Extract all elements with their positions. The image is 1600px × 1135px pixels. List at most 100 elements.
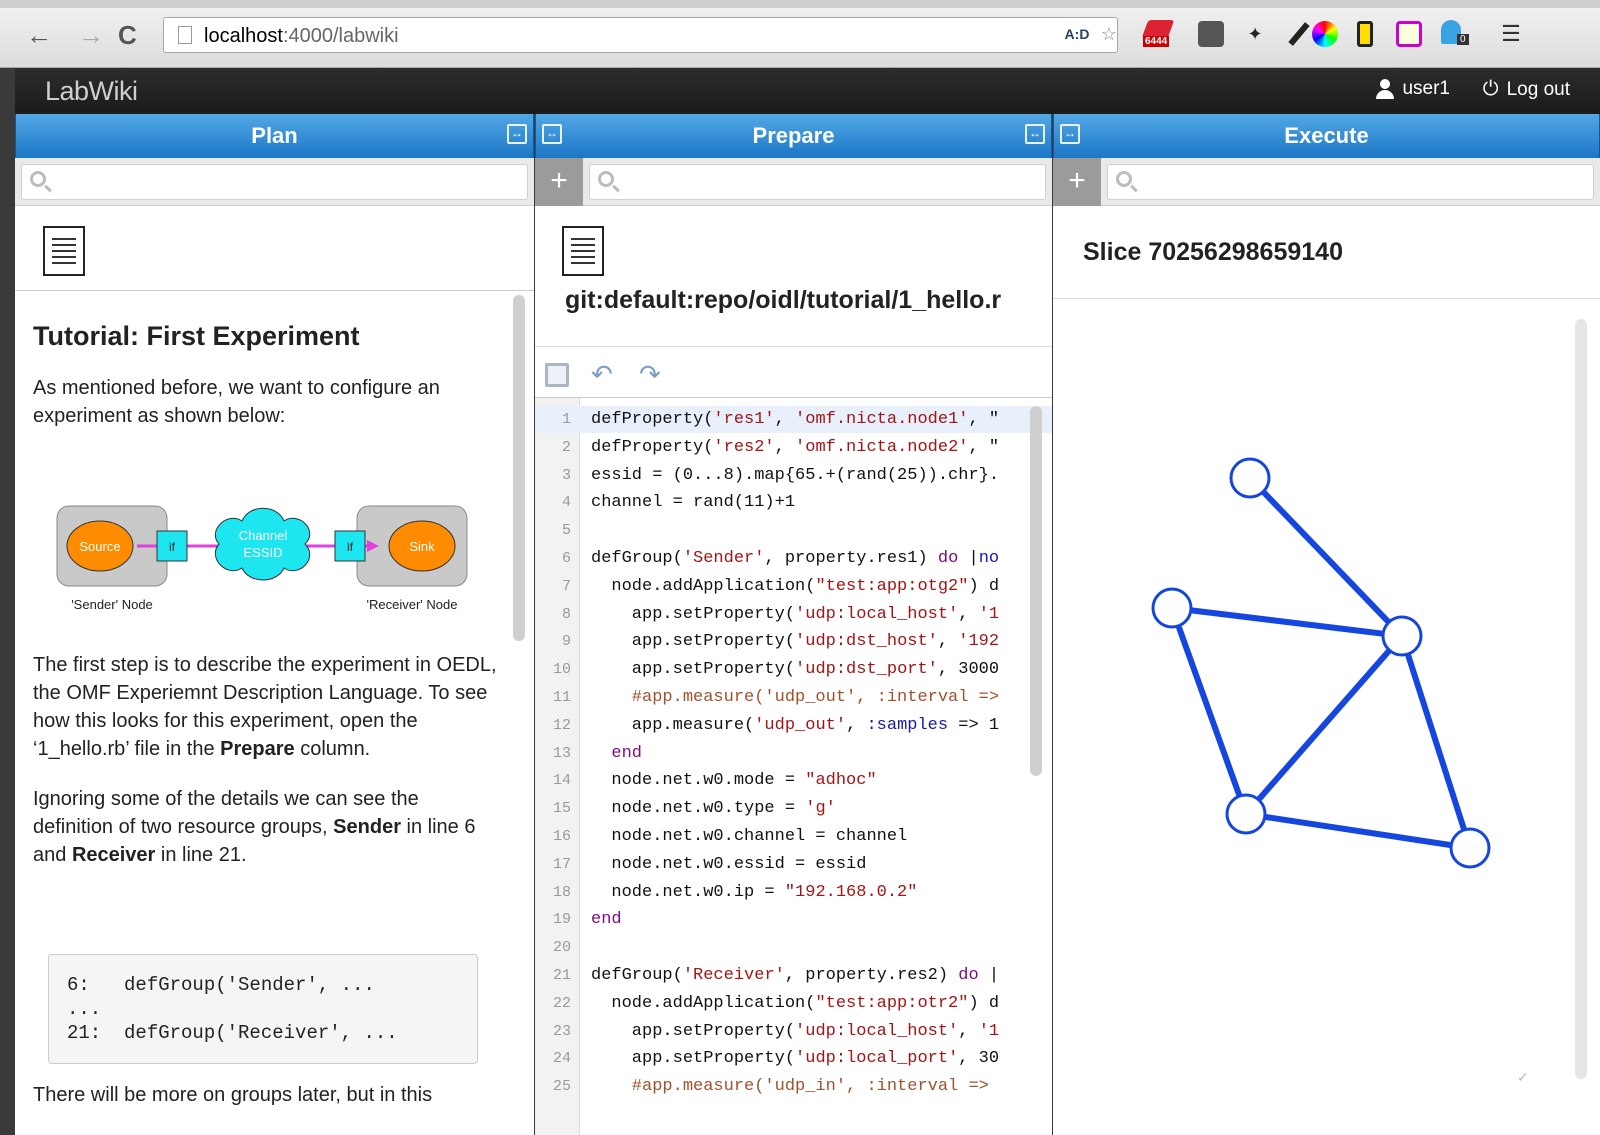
line-code: app.setProperty('udp:local_host', '1 [591, 1021, 1000, 1041]
prepare-expand-left-icon[interactable]: ↔ [542, 124, 562, 144]
graph-edge [1399, 635, 1473, 849]
code-line[interactable]: 12 app.measure('udp_out', :samples => 1 [535, 712, 1052, 739]
if-label-1: if [169, 540, 176, 554]
code-line[interactable]: 8 app.setProperty('udp:local_host', '1 [535, 601, 1052, 628]
execute-scrollbar[interactable] [1575, 319, 1587, 1079]
code-editor[interactable]: 1 defProperty('res1', 'omf.nicta.node1', … [535, 398, 1052, 1135]
line-code: node.net.w0.mode = "adhoc" [591, 771, 877, 791]
back-button[interactable]: ← [26, 20, 52, 50]
code-line[interactable]: 2 defProperty('res2', 'omf.nicta.node2', … [535, 434, 1052, 461]
code-line[interactable]: 23 app.setProperty('udp:local_host', '1 [535, 1018, 1052, 1045]
code-line[interactable]: 3 essid = (0...8).map{65.+(rand(25)).chr}… [535, 462, 1052, 489]
code-line[interactable]: 10 app.setProperty('udp:dst_port', 3000 [535, 656, 1052, 683]
code-line[interactable]: 11 #app.measure('udp_out', :interval => [535, 684, 1052, 711]
code-line[interactable]: 22 node.addApplication("test:app:otr2") … [535, 990, 1052, 1017]
line-code: node.net.w0.channel = channel [591, 827, 908, 846]
prepare-document-icon[interactable] [562, 226, 604, 276]
code-line[interactable]: 14 node.net.w0.mode = "adhoc" [535, 767, 1052, 794]
plan-expand-icon[interactable]: ↔ [507, 124, 527, 144]
line-code: end [591, 910, 622, 930]
code-line[interactable]: 17 node.net.w0.essid = essid [535, 851, 1052, 878]
search-icon [30, 171, 46, 187]
line-code: defProperty('res2', 'omf.nicta.node2', " [591, 437, 1000, 457]
code-line[interactable]: 13 end [535, 740, 1052, 767]
logout-button[interactable]: ⏻ Log out [1483, 78, 1570, 101]
plan-column: Plan ↔ Tutorial: First Experiment As men… [15, 114, 534, 1135]
graph-node[interactable] [1225, 793, 1267, 835]
address-bar[interactable]: localhost:4000/labwiki [163, 17, 1118, 53]
line-number: 20 [552, 939, 571, 957]
line-number: 24 [552, 1050, 571, 1068]
add-button[interactable]: + [535, 158, 583, 206]
aid-extension-icon[interactable]: A:D [1060, 20, 1094, 48]
line-code: node.addApplication("test:app:otg2") d [591, 576, 1000, 596]
code-line[interactable]: 19 end [535, 906, 1052, 933]
oedl-paragraph: The first step is to describe the experi… [33, 654, 497, 760]
graph-node[interactable] [1381, 615, 1423, 657]
ghostery-icon[interactable]: 0 [1438, 20, 1474, 48]
groups-later-paragraph: There will be more on groups later, but … [33, 1084, 433, 1106]
prepare-search-input[interactable] [589, 164, 1046, 200]
redo-icon[interactable]: ↷ [639, 359, 661, 390]
code-line[interactable]: 24 app.setProperty('udp:local_port', 30 [535, 1045, 1052, 1072]
line-number: 16 [552, 828, 571, 845]
topology-graph [1151, 457, 1491, 869]
graph-node[interactable] [1449, 827, 1491, 869]
line-number: 22 [552, 994, 571, 1012]
experiment-diagram: Source Sink if if Channel ESSID 'Sender'… [37, 476, 497, 616]
graph-node[interactable] [1229, 457, 1271, 499]
if-label-2: if [347, 540, 354, 554]
code-line[interactable]: 16 node.net.w0.channel = channel [535, 823, 1052, 850]
prepare-expand-right-icon[interactable]: ↔ [1025, 124, 1045, 144]
browser-toolbar: ← → C localhost:4000/labwiki A:D ☆ 6444 … [0, 0, 1600, 68]
editor-scrollbar[interactable] [1030, 406, 1042, 776]
code-line[interactable]: 1 defProperty('res1', 'omf.nicta.node1', … [535, 406, 1052, 433]
graph-edge [1169, 606, 1249, 816]
code-line[interactable]: 7 node.addApplication("test:app:otg2") d [535, 573, 1052, 600]
sender-node-caption: 'Sender' Node [71, 597, 153, 612]
save-icon[interactable] [545, 359, 569, 387]
code-line[interactable]: 9 app.setProperty('udp:dst_host', '192 [535, 628, 1052, 655]
reload-button[interactable]: C [118, 20, 137, 50]
code-line[interactable]: 20 [535, 934, 1052, 961]
add-button[interactable]: + [1053, 158, 1101, 206]
code-line[interactable]: 25 #app.measure('udp_in', :interval => [535, 1073, 1052, 1100]
line-code: defProperty('res1', 'omf.nicta.node1', " [591, 410, 1000, 429]
file-path-title: git:default:repo/oidl/tutorial/1_hello.r [565, 286, 1002, 314]
code-line[interactable]: 21 defGroup('Receiver', property.res2) do… [535, 962, 1052, 989]
color-wheel-icon[interactable] [1310, 20, 1340, 48]
code-line[interactable]: 5 [535, 517, 1052, 544]
code-line[interactable]: 15 node.net.w0.type = 'g' [535, 795, 1052, 822]
plan-title: Plan [251, 123, 298, 148]
code-line[interactable]: 18 node.net.w0.ip = "192.168.0.2" [535, 879, 1052, 906]
plan-scrollbar[interactable] [513, 295, 525, 641]
line-code: node.addApplication("test:app:otr2") d [591, 993, 1000, 1013]
mobile-send-icon[interactable] [1350, 20, 1380, 48]
bookmark-star-icon[interactable]: ☆ [1094, 20, 1124, 48]
tutorial-heading: Tutorial: First Experiment [33, 321, 360, 351]
graph-edge [1243, 634, 1405, 816]
plan-document-icon[interactable] [43, 226, 85, 276]
forward-button[interactable]: → [78, 20, 104, 50]
puzzle-icon[interactable]: ✦ [1240, 20, 1270, 48]
menu-icon[interactable]: ☰ [1496, 20, 1526, 48]
undo-icon[interactable]: ↶ [591, 359, 613, 390]
brand-logo[interactable]: LabWiki [45, 76, 138, 107]
user-name: user1 [1402, 78, 1450, 99]
execute-expand-icon[interactable]: ↔ [1060, 124, 1080, 144]
plan-search-input[interactable] [21, 164, 528, 200]
code-line[interactable]: 6 defGroup('Sender', property.res1) do |n… [535, 545, 1052, 572]
execute-search-row: + [1053, 158, 1600, 206]
graph-node[interactable] [1151, 587, 1193, 629]
execute-title: Execute [1284, 123, 1369, 148]
evernote-icon[interactable] [1196, 20, 1226, 48]
line-code: node.net.w0.type = 'g' [591, 799, 836, 819]
code-line[interactable]: 4 channel = rand(11)+1 [535, 489, 1052, 516]
line-number: 2 [561, 438, 571, 456]
badge-extension-icon[interactable]: 6444 [1138, 20, 1184, 48]
line-code: app.setProperty('udp:local_port', 30 [591, 1049, 1000, 1069]
execute-search-input[interactable] [1107, 164, 1594, 200]
line-number: 21 [552, 967, 571, 984]
window-resize-icon[interactable] [1394, 20, 1424, 48]
user-menu[interactable]: user1 [1376, 78, 1450, 100]
